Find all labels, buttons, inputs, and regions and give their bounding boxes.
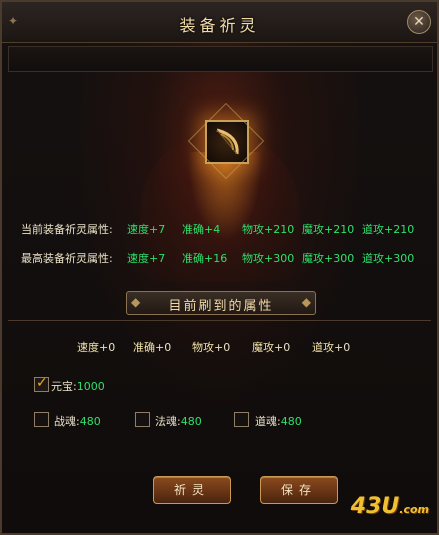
refreshed-stat-name: 物攻 (192, 341, 214, 354)
save-button[interactable]: 保存 (260, 476, 338, 504)
refreshed-stat-value: +0 (99, 341, 116, 354)
window-title: 装备祈灵 (179, 16, 260, 35)
yuanbao-value: 1000 (76, 380, 105, 393)
zhanhun-option: 战魂:480 (54, 413, 101, 429)
current-stat-tao-atk: 道攻+210 (362, 223, 415, 236)
refreshed-stat-name: 速度 (77, 341, 99, 354)
divider (8, 320, 431, 321)
refreshed-stat-magic-atk: 魔攻+0 (252, 339, 290, 355)
refreshed-stat-phys-atk: 物攻+0 (192, 339, 230, 355)
current-stat-phys-atk: 物攻+210 (242, 223, 295, 236)
yuanbao-label: 元宝: (51, 380, 77, 393)
refreshed-stat-speed: 速度+0 (77, 339, 115, 355)
yuanbao-option: 元宝:1000 (51, 378, 105, 394)
max-stat-speed: 速度+7 (127, 252, 166, 265)
current-stats-label: 当前装备祈灵属性: (21, 223, 113, 236)
max-stat-magic-atk: 魔攻+300 (302, 252, 355, 265)
refreshed-stat-name: 魔攻 (252, 341, 274, 354)
bow-icon (216, 128, 239, 155)
refreshed-stat-name: 道攻 (312, 341, 334, 354)
daohun-value: 480 (280, 415, 302, 428)
refreshed-stat-name: 准确 (133, 341, 155, 354)
close-button[interactable]: ✕ (407, 10, 431, 34)
zhanhun-value: 480 (79, 415, 101, 428)
zhanhun-label: 战魂: (54, 415, 80, 428)
banner-right-ornament-icon: ◆ (301, 295, 311, 309)
fahun-option: 法魂:480 (155, 413, 202, 429)
fahun-checkbox[interactable] (135, 412, 150, 427)
refreshed-stat-value: +0 (214, 341, 231, 354)
equipment-prayer-window: ✦ 装备祈灵 ✕ 当前装备祈灵属性: 速度+7 准确+4 物攻+210 魔攻+2… (0, 0, 439, 535)
current-stat-speed: 速度+7 (127, 223, 166, 236)
item-slot[interactable] (205, 120, 249, 164)
title-bar: ✦ 装备祈灵 ✕ (2, 2, 437, 43)
yuanbao-checkbox[interactable] (34, 375, 49, 392)
refreshed-stat-tao-atk: 道攻+0 (312, 339, 350, 355)
daohun-label: 道魂: (255, 415, 281, 428)
refreshed-stat-value: +0 (334, 341, 351, 354)
item-name-strip (8, 46, 433, 72)
refreshed-stat-value: +0 (274, 341, 291, 354)
current-stat-magic-atk: 魔攻+210 (302, 223, 355, 236)
refreshed-stats-banner: ◆ 目前刷到的属性 ◆ (126, 291, 316, 315)
max-stat-tao-atk: 道攻+300 (362, 252, 415, 265)
max-stats-label: 最高装备祈灵属性: (21, 252, 113, 265)
watermark-text: 43U (350, 494, 400, 519)
zhanhun-checkbox[interactable] (34, 412, 49, 427)
current-stat-accuracy: 准确+4 (182, 223, 221, 236)
max-stat-phys-atk: 物攻+300 (242, 252, 295, 265)
refreshed-stat-value: +0 (155, 341, 172, 354)
pray-button[interactable]: 祈灵 (153, 476, 231, 504)
refreshed-stat-accuracy: 准确+0 (133, 339, 171, 355)
fahun-label: 法魂: (155, 415, 181, 428)
daohun-option: 道魂:480 (255, 413, 302, 429)
banner-text: 目前刷到的属性 (168, 299, 274, 314)
watermark-suffix: .com (399, 503, 429, 516)
max-stat-accuracy: 准确+16 (182, 252, 228, 265)
site-watermark: 43U.com (351, 494, 429, 519)
daohun-checkbox[interactable] (234, 412, 249, 427)
fahun-value: 480 (180, 415, 202, 428)
